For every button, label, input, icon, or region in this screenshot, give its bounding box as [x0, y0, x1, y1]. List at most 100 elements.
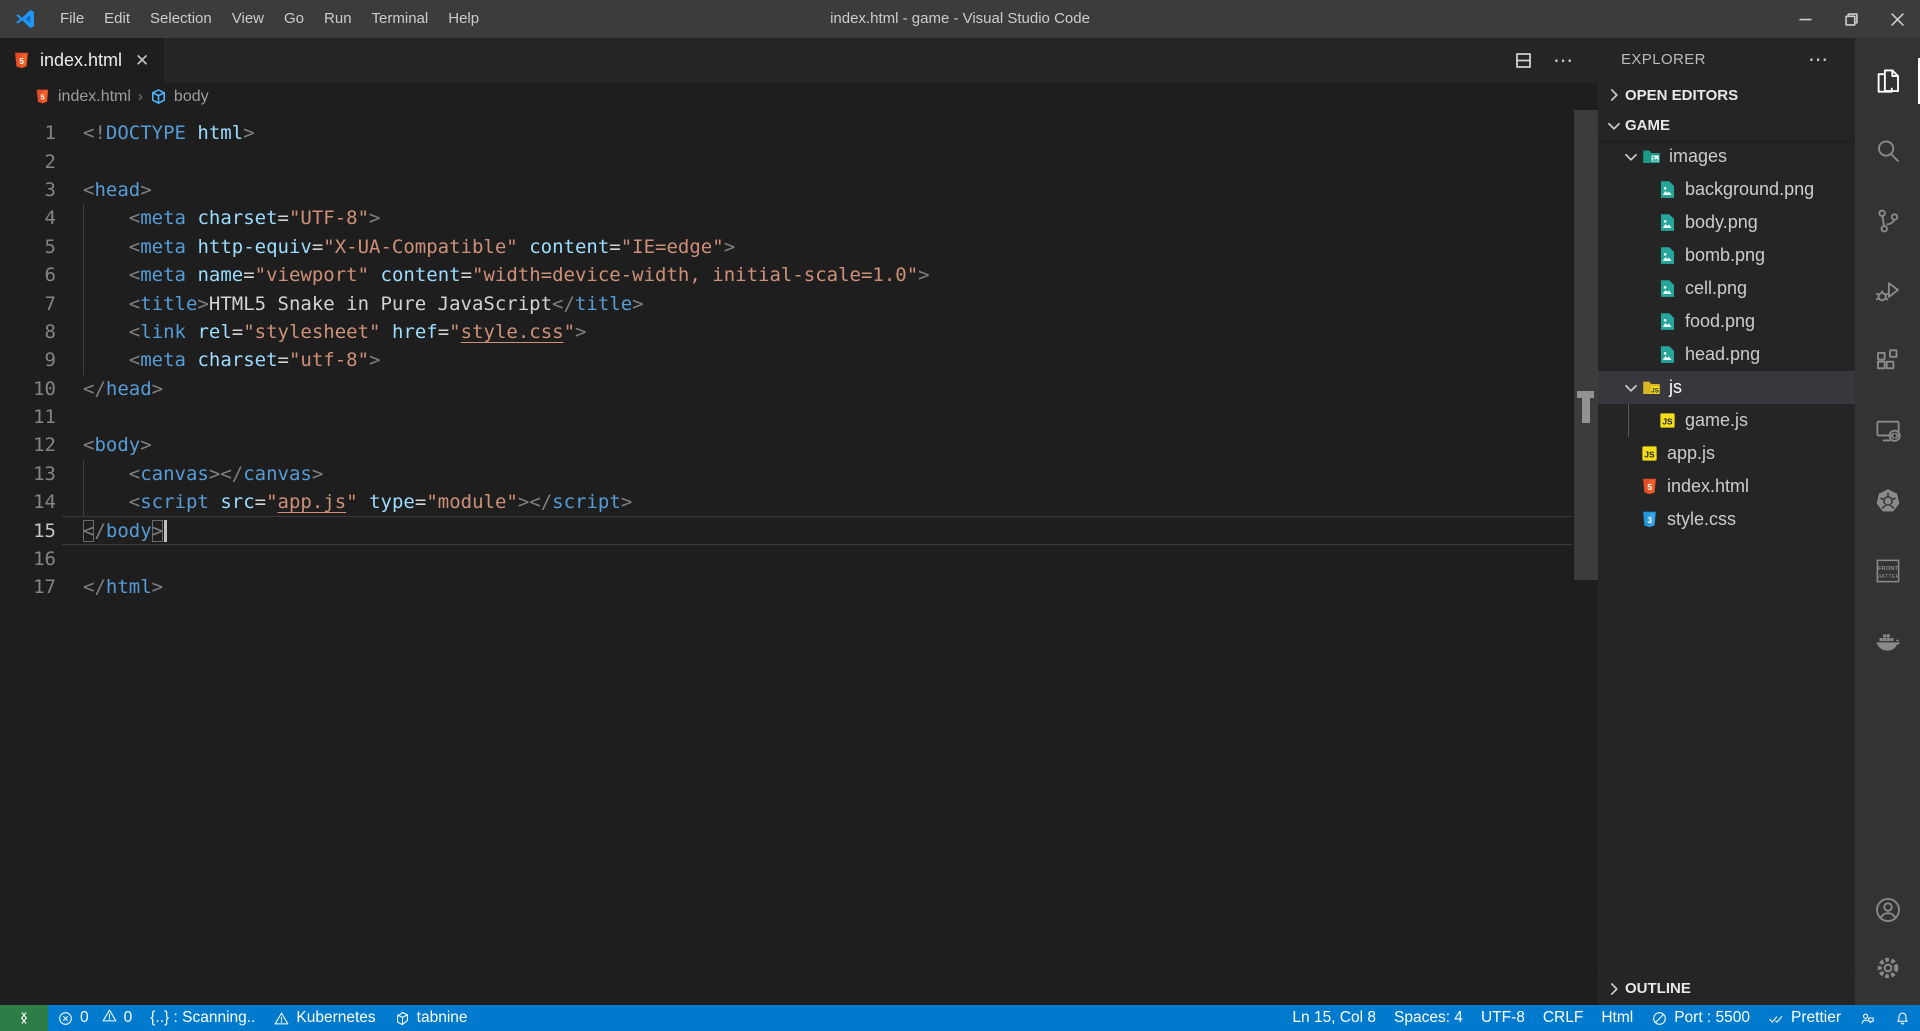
tree-item-label: js: [1669, 377, 1682, 398]
code-line[interactable]: 10</head>: [0, 375, 1598, 403]
outline-section[interactable]: OUTLINE: [1598, 971, 1855, 1005]
open-editors-section[interactable]: OPEN EDITORS: [1598, 80, 1855, 110]
breadcrumb-separator: ›: [138, 88, 143, 105]
settings-icon[interactable]: [1855, 939, 1920, 997]
menu-run[interactable]: Run: [314, 0, 362, 38]
menu-go[interactable]: Go: [274, 0, 314, 38]
restore-button[interactable]: [1828, 0, 1874, 38]
code-line[interactable]: 17</html>: [0, 573, 1598, 601]
code-line[interactable]: 9 <meta charset="utf-8">: [0, 346, 1598, 374]
code-line[interactable]: 2: [0, 147, 1598, 175]
tree-item-cell.png[interactable]: cell.png: [1598, 272, 1855, 305]
tree-item-style.css[interactable]: 3style.css: [1598, 503, 1855, 536]
editor-scrollbar[interactable]: [1574, 110, 1598, 1005]
breadcrumb-item[interactable]: index.html: [58, 88, 131, 106]
status-item-feedback[interactable]: [1850, 1005, 1885, 1031]
code-line[interactable]: 5 <meta http-equiv="X-UA-Compatible" con…: [0, 233, 1598, 261]
more-actions-icon[interactable]: ⋯: [1553, 48, 1574, 73]
status-item-utf-8[interactable]: UTF-8: [1472, 1005, 1534, 1031]
code-line[interactable]: 12<body>: [0, 431, 1598, 459]
code-line[interactable]: 13 <canvas></canvas>: [0, 460, 1598, 488]
status-item-bell[interactable]: [1885, 1005, 1920, 1031]
tree-item-images[interactable]: images: [1598, 140, 1855, 173]
problems-item[interactable]: 00: [48, 1005, 141, 1031]
warning-count: 0: [124, 1009, 133, 1027]
menu-file[interactable]: File: [50, 0, 94, 38]
status-item-kubernetes[interactable]: Kubernetes: [264, 1005, 384, 1031]
menu-help[interactable]: Help: [438, 0, 489, 38]
tree-item-background.png[interactable]: background.png: [1598, 173, 1855, 206]
tree-item-food.png[interactable]: food.png: [1598, 305, 1855, 338]
svg-text:JS: JS: [1644, 449, 1655, 459]
tabnine-icon: [394, 1010, 411, 1027]
code-line[interactable]: 15</body>: [0, 516, 1598, 544]
file-tree: images background.png body.png bomb.pngcell…: [1598, 140, 1855, 536]
search-icon[interactable]: [1855, 116, 1920, 186]
status-item-label: Prettier: [1791, 1009, 1841, 1027]
close-tab-icon[interactable]: ✕: [135, 51, 149, 71]
explorer-more-actions-icon[interactable]: ⋯: [1808, 47, 1829, 72]
status-item--scanning-[interactable]: {..} : Scanning..: [141, 1005, 264, 1031]
docker-icon[interactable]: [1855, 606, 1920, 676]
tree-item-index.html[interactable]: 5index.html: [1598, 470, 1855, 503]
game-section[interactable]: GAME: [1598, 110, 1855, 140]
code-line[interactable]: 14 <script src="app.js" type="module"></…: [0, 488, 1598, 516]
code-line[interactable]: 8 <link rel="stylesheet" href="style.css…: [0, 318, 1598, 346]
tree-item-game.js[interactable]: JSgame.js: [1598, 404, 1855, 437]
tree-item-label: body.png: [1685, 212, 1758, 233]
activity-bar: FRONTMATTER: [1855, 38, 1920, 1005]
code-line[interactable]: 4 <meta charset="UTF-8">: [0, 204, 1598, 232]
tree-item-app.js[interactable]: JSapp.js: [1598, 437, 1855, 470]
status-item-spaces-4[interactable]: Spaces: 4: [1385, 1005, 1472, 1031]
tree-item-label: game.js: [1685, 410, 1748, 431]
code-editor[interactable]: 1<!DOCTYPE html>23<head>4 <meta charset=…: [0, 110, 1598, 1005]
status-item-crlf[interactable]: CRLF: [1534, 1005, 1592, 1031]
front-matter-icon[interactable]: FRONTMATTER: [1855, 536, 1920, 606]
menu-terminal[interactable]: Terminal: [362, 0, 439, 38]
warning-icon: [273, 1010, 290, 1027]
account-icon[interactable]: [1855, 881, 1920, 939]
tree-item-body.png[interactable]: body.png: [1598, 206, 1855, 239]
folder-js-icon: JS: [1642, 378, 1661, 397]
code-line[interactable]: 3<head>: [0, 176, 1598, 204]
vscode-logo-icon: [14, 7, 38, 31]
line-number: 7: [0, 293, 62, 315]
code-line[interactable]: 16: [0, 545, 1598, 573]
line-number: 16: [0, 548, 62, 570]
status-item-ln-15-col-8[interactable]: Ln 15, Col 8: [1283, 1005, 1385, 1031]
explorer-icon[interactable]: [1855, 46, 1920, 116]
tree-item-bomb.png[interactable]: bomb.png: [1598, 239, 1855, 272]
tree-item-head.png[interactable]: head.png: [1598, 338, 1855, 371]
close-button[interactable]: [1874, 0, 1920, 38]
remote-indicator[interactable]: [0, 1005, 48, 1031]
remote-explorer-icon[interactable]: [1855, 396, 1920, 466]
code-line[interactable]: 6 <meta name="viewport" content="width=d…: [0, 261, 1598, 289]
explorer-title: EXPLORER: [1621, 51, 1706, 68]
breadcrumb-item[interactable]: body: [174, 88, 209, 106]
tree-item-js[interactable]: JS js: [1598, 371, 1855, 404]
kubernetes-icon[interactable]: [1855, 466, 1920, 536]
line-number: 8: [0, 321, 62, 343]
status-item-html[interactable]: Html: [1592, 1005, 1642, 1031]
run-debug-icon[interactable]: [1855, 256, 1920, 326]
code-line[interactable]: 7 <title>HTML5 Snake in Pure JavaScript<…: [0, 289, 1598, 317]
menu-selection[interactable]: Selection: [140, 0, 222, 38]
code-line-content: <script src="app.js" type="module"></scr…: [62, 488, 1598, 516]
status-item-port-5500[interactable]: Port : 5500: [1642, 1005, 1759, 1031]
tree-item-label: background.png: [1685, 179, 1814, 200]
tab-index-html[interactable]: 5 index.html ✕: [0, 38, 164, 83]
extensions-icon[interactable]: [1855, 326, 1920, 396]
line-number: 6: [0, 264, 62, 286]
status-item-prettier[interactable]: Prettier: [1759, 1005, 1850, 1031]
minimize-button[interactable]: [1782, 0, 1828, 38]
code-line[interactable]: 1<!DOCTYPE html>: [0, 119, 1598, 147]
code-line[interactable]: 11: [0, 403, 1598, 431]
source-control-icon[interactable]: [1855, 186, 1920, 256]
scrollbar-slider[interactable]: [1574, 110, 1598, 580]
scrollbar-cursor-marker: [1577, 391, 1594, 398]
menu-edit[interactable]: Edit: [94, 0, 140, 38]
status-item-label: Html: [1601, 1009, 1633, 1027]
status-item-tabnine[interactable]: tabnine: [385, 1005, 477, 1031]
split-editor-icon[interactable]: [1514, 51, 1533, 70]
menu-view[interactable]: View: [222, 0, 274, 38]
